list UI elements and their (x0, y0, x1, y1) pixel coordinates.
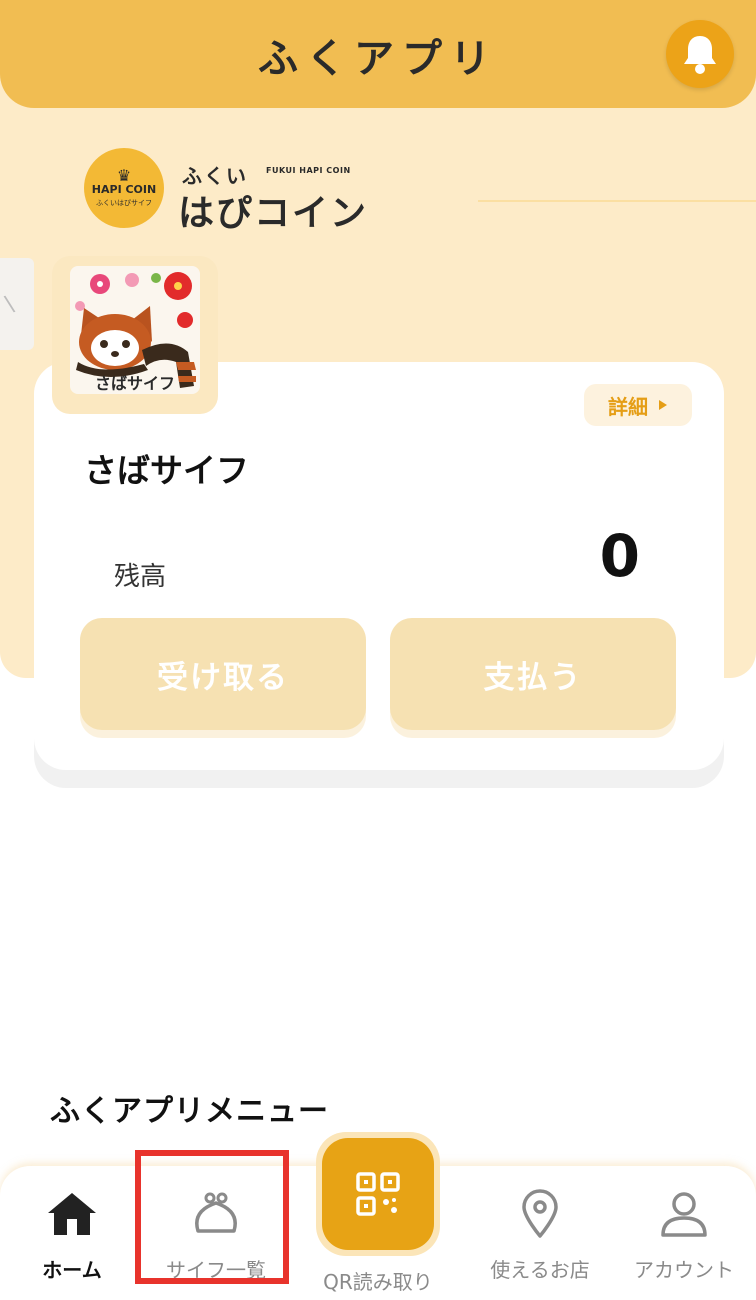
nav-account-label: アカウント (634, 1258, 734, 1282)
hapi-coin-badge: ♛ HAPI COIN ふくいはぴサイフ (84, 148, 164, 228)
brand-title-big: はぴコイン (178, 193, 369, 234)
crown-icon: ♛ (116, 165, 132, 185)
coin-badge-sub: ふくいはぴサイフ (96, 198, 152, 207)
coin-badge-name: HAPI COIN (91, 182, 157, 196)
highlight-box (135, 1150, 289, 1284)
wallet-thumbnail-label: さばサイフ (94, 374, 175, 393)
nav-stores[interactable]: 使えるお店 (470, 1180, 610, 1290)
menu-section-title: ふくアプリメニュー (50, 1094, 329, 1129)
bell-icon (684, 36, 716, 74)
wallet-thumbnail[interactable]: さばサイフ (52, 256, 218, 414)
nav-home[interactable]: ホーム (2, 1180, 142, 1290)
receive-button[interactable]: 受け取る (80, 618, 366, 730)
peek-mark: \ (2, 291, 17, 318)
qr-code-icon (356, 1172, 400, 1216)
nav-home-label: ホーム (42, 1258, 102, 1282)
brand-title-en: FUKUI HAPI COIN (266, 166, 351, 175)
balance-label: 残高 (114, 562, 167, 592)
user-icon (661, 1192, 707, 1237)
app-title: ふくアプリ (258, 36, 498, 82)
nav-qr-label: QR読み取り (323, 1270, 433, 1294)
home-icon (48, 1193, 96, 1235)
detail-label: 詳細 (608, 394, 648, 419)
previous-wallet-tab[interactable]: \ (0, 258, 34, 350)
qr-scan-button[interactable] (322, 1138, 434, 1250)
nav-account[interactable]: アカウント (614, 1180, 754, 1290)
balance-value: 0 (599, 522, 640, 590)
brand-divider (478, 200, 756, 202)
app-header: ふくアプリ (0, 0, 756, 108)
map-pin-icon (522, 1189, 558, 1238)
pay-button[interactable]: 支払う (390, 618, 676, 730)
caret-right-icon (659, 400, 667, 410)
nav-stores-label: 使えるお店 (490, 1258, 590, 1282)
wallet-name: さばサイフ (84, 451, 249, 490)
notification-button[interactable] (666, 20, 734, 88)
wallet-detail-button[interactable]: 詳細 (584, 384, 692, 426)
